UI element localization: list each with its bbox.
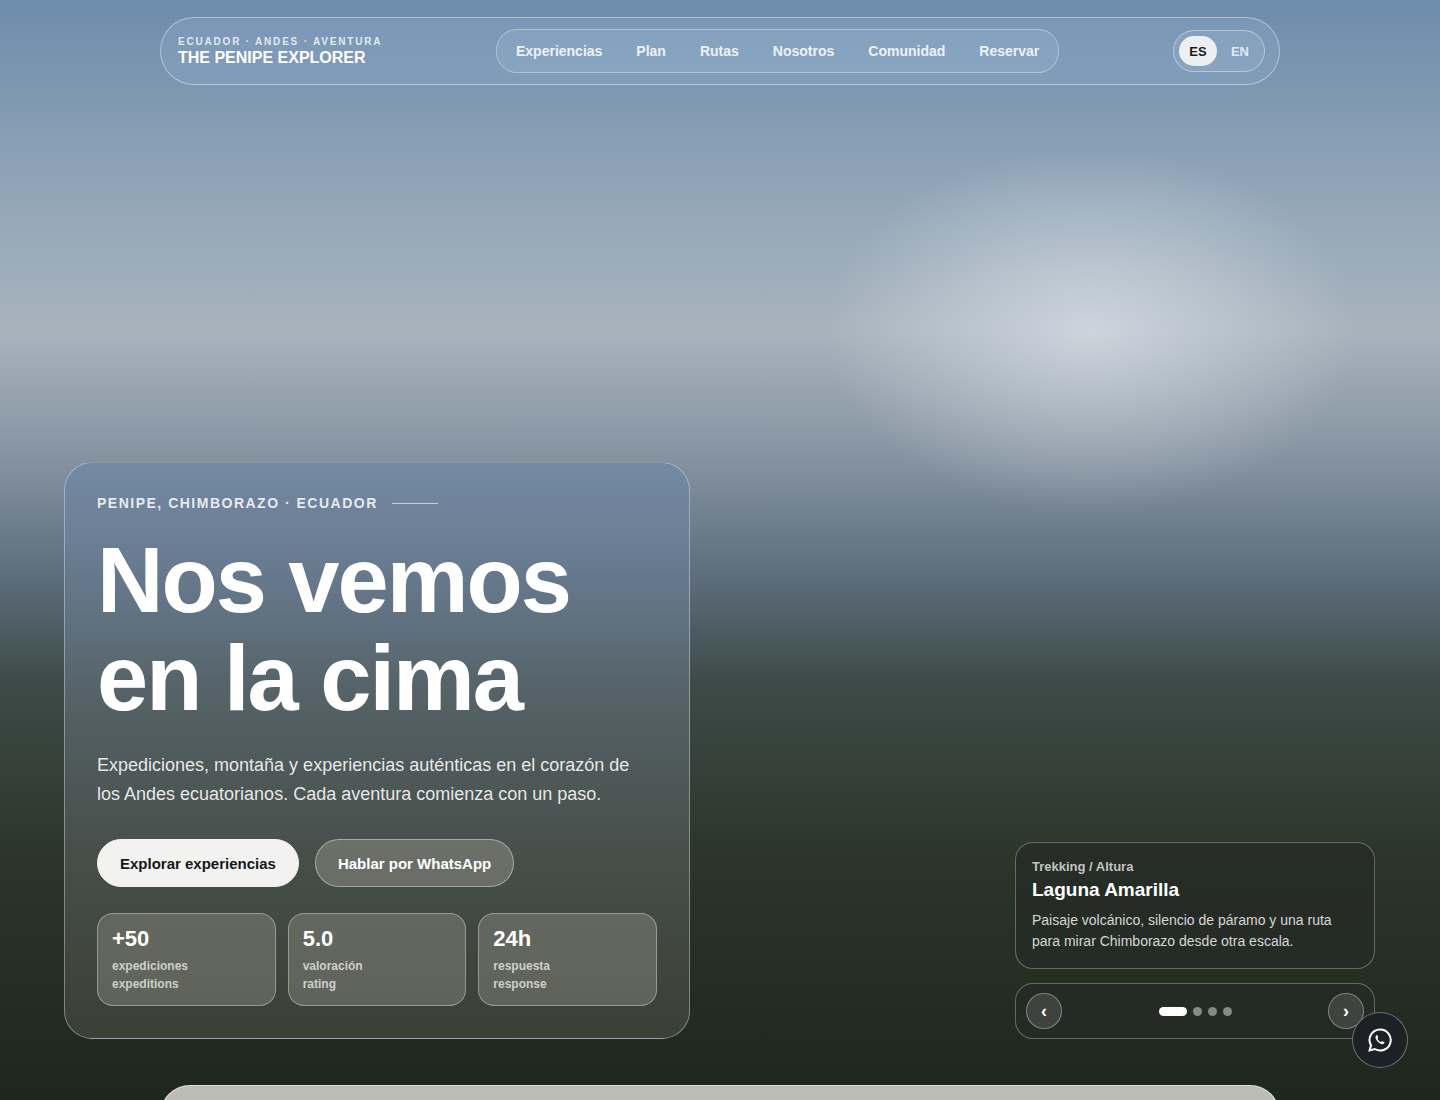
whatsapp-icon [1367, 1027, 1393, 1053]
language-switch: ESEN [1173, 30, 1265, 72]
nav-item[interactable]: Comunidad [851, 43, 962, 59]
hero-card: PENIPE, CHIMBORAZO · ECUADOR Nos vemosen … [64, 462, 690, 1039]
nav-item[interactable]: Plan [619, 43, 683, 59]
brand-tagline: ECUADOR · ANDES · AVENTURA [178, 36, 382, 47]
hero-button[interactable]: Hablar por WhatsApp [315, 839, 514, 887]
stats: +50expedicionesexpeditions5.0valoraciónr… [97, 913, 657, 1006]
slide-title: Laguna Amarilla [1032, 879, 1358, 901]
nav-item[interactable]: Nosotros [756, 43, 851, 59]
language-button[interactable]: EN [1221, 36, 1259, 66]
carousel-dot[interactable] [1193, 1007, 1202, 1016]
nav-item[interactable]: Experiencias [499, 43, 619, 59]
top-bar: ECUADOR · ANDES · AVENTURA THE PENIPE EXP… [160, 17, 1280, 85]
language-button[interactable]: ES [1179, 36, 1217, 66]
hero-headline: Nos vemosen la cima [97, 531, 657, 727]
hero: PENIPE, CHIMBORAZO · ECUADOR Nos vemosen … [0, 462, 1440, 1039]
brand[interactable]: ECUADOR · ANDES · AVENTURA THE PENIPE EXP… [178, 36, 382, 67]
hero-buttons: Explorar experiencias Hablar por WhatsApp [97, 839, 657, 887]
whatsapp-button[interactable] [1352, 1012, 1408, 1068]
hero-description: Expediciones, montaña y experiencias aut… [97, 751, 657, 809]
hero-eyebrow: PENIPE, CHIMBORAZO · ECUADOR [97, 495, 657, 511]
carousel-dot[interactable] [1208, 1007, 1217, 1016]
landing-page: ECUADOR · ANDES · AVENTURA THE PENIPE EXP… [0, 0, 1440, 1100]
stat-card: +50expedicionesexpeditions [97, 913, 276, 1006]
carousel-controls: ‹› [1015, 983, 1375, 1039]
carousel-dot[interactable] [1223, 1007, 1232, 1016]
carousel-dots [1159, 1007, 1232, 1016]
slide-description: Paisaje volcánico, silencio de páramo y … [1032, 910, 1358, 952]
stat-card: 5.0valoraciónrating [288, 913, 467, 1006]
nav-item[interactable]: Rutas [683, 43, 756, 59]
carousel-dot[interactable] [1159, 1007, 1187, 1016]
brand-name: THE PENIPE EXPLORER [178, 49, 382, 67]
slide-card[interactable]: Trekking / Altura Laguna Amarilla Paisaje … [1015, 842, 1375, 969]
eyebrow-line [392, 503, 438, 504]
carousel: Trekking / Altura Laguna Amarilla Paisaje … [1015, 842, 1375, 1039]
slide-tag: Trekking / Altura [1032, 859, 1358, 874]
nav-item[interactable]: Reservar [962, 43, 1056, 59]
hero-button[interactable]: Explorar experiencias [97, 839, 299, 887]
main-nav: ExperienciasPlanRutasNosotrosComunidadRe… [496, 29, 1059, 73]
stat-card: 24hrespuestaresponse [478, 913, 657, 1006]
prev-button[interactable]: ‹ [1026, 993, 1062, 1029]
bottom-strip [160, 1085, 1280, 1100]
